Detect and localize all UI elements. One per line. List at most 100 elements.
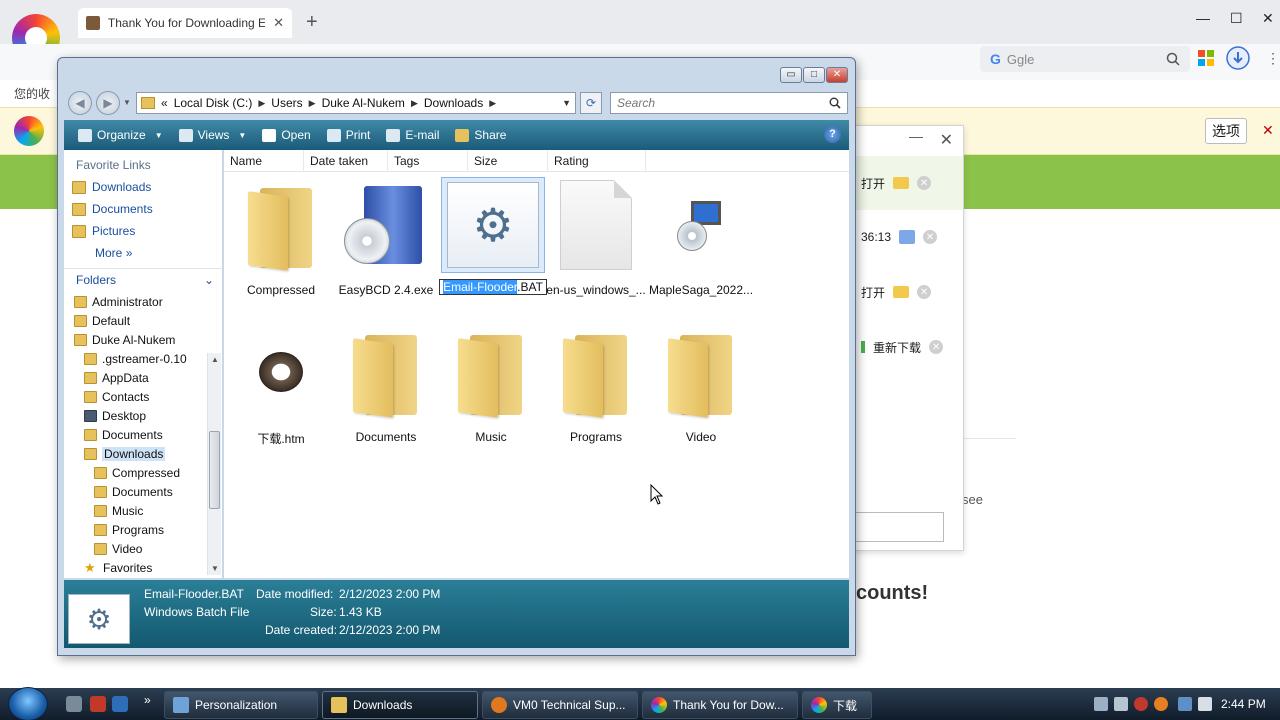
favorite-link-pictures[interactable]: Pictures [64,220,222,242]
file-item-music[interactable]: Music [439,324,543,454]
explorer-search-input[interactable] [617,96,829,110]
network-icon[interactable] [1178,697,1192,711]
taskbar-button-vm0[interactable]: VM0 Technical Sup... [482,691,638,719]
refresh-icon[interactable]: ⟳ [580,92,602,114]
file-item-programs[interactable]: Programs [544,324,648,454]
tree-item-duke-al-nukem[interactable]: Duke Al-Nukem [64,330,222,349]
new-tab-button[interactable]: + [306,11,318,34]
address-bar[interactable]: « Local Disk (C:) ▶ Users ▶ Duke Al-Nuke… [136,92,576,114]
explorer-close-button[interactable]: ✕ [826,67,848,83]
tree-item-compressed[interactable]: Compressed [64,463,222,482]
taskbar-clock[interactable]: 2:44 PM [1221,697,1266,711]
scrollbar-thumb[interactable] [209,431,220,509]
breadcrumb-users[interactable]: Users [271,96,302,110]
tree-item-desktop[interactable]: Desktop [64,406,222,425]
explorer-maximize-button[interactable]: □ [803,67,825,83]
search-icon[interactable] [1166,52,1180,66]
start-button[interactable] [8,687,48,720]
explorer-search-box[interactable] [610,92,848,114]
collapse-chevron-icon[interactable]: ⌄ [204,273,214,287]
tree-item-default[interactable]: Default [64,311,222,330]
search-icon[interactable] [829,97,841,109]
address-dropdown-icon[interactable]: ▼ [562,98,571,108]
notification-close-icon[interactable]: ✕ [1262,122,1274,139]
breadcrumb-chevron-icon[interactable]: ▶ [309,98,316,109]
remove-download-icon[interactable]: ✕ [917,285,932,299]
column-header-size[interactable]: Size [468,150,548,171]
column-header-date-taken[interactable]: Date taken [304,150,388,171]
open-button[interactable]: Open [254,123,318,147]
breadcrumb-duke[interactable]: Duke Al-Nukem [322,96,405,110]
print-button[interactable]: Print [319,123,379,147]
email-button[interactable]: E-mail [378,123,447,147]
taskbar-button-download-cn[interactable]: 下载 [802,691,872,719]
tree-item-video[interactable]: Video [64,539,222,558]
breadcrumb-chevron-icon[interactable]: ▶ [489,98,496,109]
file-item-en-us-windows[interactable]: en-us_windows_... [544,177,648,307]
tree-item-music[interactable]: Music [64,501,222,520]
folder-icon[interactable] [893,177,910,189]
browser-search-box[interactable]: G Ggle [980,46,1190,72]
notification-options-button[interactable]: 选项 [1205,118,1247,144]
tree-item-appdata[interactable]: AppData [64,368,222,387]
tray-icon[interactable] [1114,697,1128,711]
download-row-status[interactable]: 打开 [861,175,885,192]
tree-item-gstreamer[interactable]: .gstreamer-0.10 [64,349,222,368]
download-row-status[interactable]: 重新下载 [873,339,921,356]
file-item-documents[interactable]: Documents [334,324,438,454]
taskbar-button-downloads[interactable]: Downloads [322,691,478,719]
download-row-status[interactable]: 打开 [861,284,885,301]
breadcrumb-chevron-icon[interactable]: ▶ [258,98,265,109]
page-input-field[interactable] [852,512,944,542]
organize-button[interactable]: Organize ▼ [70,123,171,147]
share-button[interactable]: Share [447,123,514,147]
browser-maximize-button[interactable]: ☐ [1230,10,1243,27]
column-header-tags[interactable]: Tags [388,150,468,171]
scroll-down-icon[interactable]: ▼ [211,564,219,573]
pause-icon[interactable] [899,230,916,244]
more-menu-icon[interactable]: ⋮ [1266,50,1280,67]
file-item-video[interactable]: Video [649,324,753,454]
security-alert-icon[interactable] [1134,697,1148,711]
tree-item-documents-sub[interactable]: Documents [64,482,222,501]
download-panel-close-button[interactable]: ✕ [940,130,953,150]
show-desktop-icon[interactable] [66,696,82,712]
favorite-link-downloads[interactable]: Downloads [64,176,222,198]
remove-download-icon[interactable]: ✕ [923,230,938,244]
file-item-download-htm[interactable]: 下载.htm [229,324,333,454]
tree-item-documents[interactable]: Documents [64,425,222,444]
search-tray-icon[interactable] [1154,697,1168,711]
volume-icon[interactable] [1198,697,1212,711]
browser-close-button[interactable]: ✕ [1262,10,1274,27]
favorite-link-documents[interactable]: Documents [64,198,222,220]
column-header-rating[interactable]: Rating [548,150,646,171]
folders-header[interactable]: Folders ⌄ [64,268,222,290]
column-header-name[interactable]: Name [224,150,304,171]
file-item-maplesaga[interactable]: MapleSaga_2022... [649,177,753,307]
tree-item-favorites[interactable]: ★ Favorites [64,558,222,577]
recent-pages-chevron-icon[interactable]: ▼ [123,98,131,107]
download-row[interactable]: 重新下载 ✕ [853,320,963,374]
taskbar-button-personalization[interactable]: Personalization [164,691,318,719]
file-item-compressed[interactable]: Compressed [229,177,333,307]
back-button[interactable]: ◀ [68,91,92,115]
address-overflow[interactable]: « [161,96,168,110]
taskbar-button-thank-you[interactable]: Thank You for Dow... [642,691,798,719]
scroll-up-icon[interactable]: ▲ [211,355,219,364]
download-row[interactable]: 打开 ✕ [853,156,963,210]
quick-launch-icon[interactable] [112,696,128,712]
remove-download-icon[interactable]: ✕ [929,340,944,354]
forward-button[interactable]: ▶ [96,91,120,115]
download-row[interactable]: 36:13 ✕ [853,210,963,264]
folder-icon[interactable] [893,286,910,298]
rename-field[interactable]: Email-Flooder.BAT [439,279,547,295]
apps-grid-icon[interactable] [1198,50,1214,66]
more-links-button[interactable]: More » [64,242,222,264]
tab-close-icon[interactable]: ✕ [273,15,284,31]
quick-launch-icon[interactable] [90,696,106,712]
browser-tab[interactable]: Thank You for Downloading E ✕ [78,8,292,38]
breadcrumb-downloads[interactable]: Downloads [424,96,483,110]
help-icon[interactable]: ? [824,126,841,143]
tree-item-downloads[interactable]: Downloads [64,444,222,463]
tree-item-programs[interactable]: Programs [64,520,222,539]
